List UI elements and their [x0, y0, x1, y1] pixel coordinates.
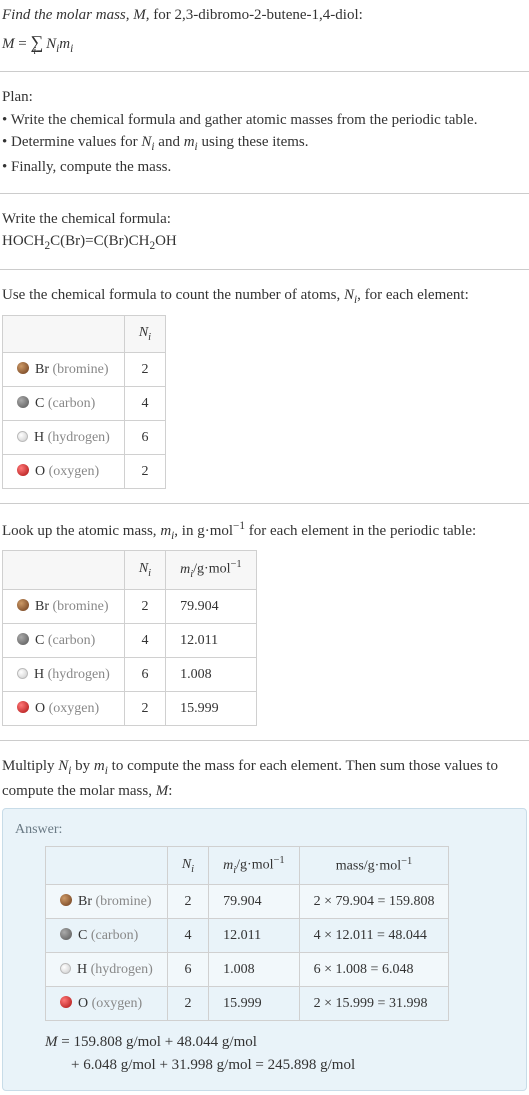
table-row: H (hydrogen) 6 1.008: [3, 657, 257, 691]
sum-index: i: [33, 44, 36, 59]
intro-section: Find the molar mass, M, for 2,3-dibromo-…: [0, 0, 529, 61]
col-n-header: Ni: [167, 847, 208, 885]
table-row: Br (bromine) 2 79.904: [3, 589, 257, 623]
plan-heading: Plan:: [2, 86, 527, 109]
hydrogen-icon: [17, 668, 28, 679]
oxygen-icon: [17, 464, 29, 476]
table-header-row: Ni mi/g·mol−1: [3, 551, 257, 589]
mass-lookup-section: Look up the atomic mass, mi, in g·mol−1 …: [0, 514, 529, 730]
sum-line-1: M = 159.808 g/mol + 48.044 g/mol: [45, 1031, 514, 1054]
oxygen-icon: [17, 701, 29, 713]
plan-section: Plan: • Write the chemical formula and g…: [0, 82, 529, 182]
count-table: Ni Br (bromine) 2 C (carbon) 4 H (hydrog…: [2, 315, 166, 489]
oxygen-icon: [60, 996, 72, 1008]
formula-section: Write the chemical formula: HOCH2C(Br)=C…: [0, 204, 529, 259]
table-row: Br (bromine) 2: [3, 352, 166, 386]
plan-bullet-3: • Finally, compute the mass.: [2, 156, 527, 179]
table-row: H (hydrogen) 6: [3, 420, 166, 454]
sum-line-2: + 6.048 g/mol + 31.998 g/mol = 245.898 g…: [71, 1054, 514, 1077]
table-row: C (carbon) 4 12.011 4 × 12.011 = 48.044: [46, 919, 449, 953]
col-n-header: Ni: [124, 316, 165, 353]
plan-bullet-1: • Write the chemical formula and gather …: [2, 109, 527, 132]
divider: [0, 193, 529, 194]
mass-heading: Look up the atomic mass, mi, in g·mol−1 …: [2, 518, 527, 545]
answer-label: Answer:: [15, 819, 514, 840]
table-row: C (carbon) 4: [3, 386, 166, 420]
col-n-header: Ni: [124, 551, 165, 589]
table-row: O (oxygen) 2 15.999: [3, 691, 257, 725]
carbon-icon: [17, 396, 29, 408]
answer-box: Answer: Ni mi/g·mol−1 mass/g·mol−1 Br (b…: [2, 808, 527, 1091]
divider: [0, 740, 529, 741]
carbon-icon: [60, 928, 72, 940]
hydrogen-icon: [60, 963, 71, 974]
divider: [0, 503, 529, 504]
carbon-icon: [17, 633, 29, 645]
molar-mass-equation: M = ∑iNimi: [2, 29, 527, 58]
bromine-icon: [17, 362, 29, 374]
table-row: Br (bromine) 2 79.904 2 × 79.904 = 159.8…: [46, 885, 449, 919]
col-m-header: mi/g·mol−1: [166, 551, 257, 589]
hydrogen-icon: [17, 431, 28, 442]
intro-line: Find the molar mass, M, for 2,3-dibromo-…: [2, 4, 527, 27]
table-header-row: Ni mi/g·mol−1 mass/g·mol−1: [46, 847, 449, 885]
multiply-section: Multiply Ni by mi to compute the mass fo…: [0, 751, 529, 1095]
divider: [0, 71, 529, 72]
plan-bullet-2: • Determine values for Ni and mi using t…: [2, 131, 527, 156]
chemical-formula: HOCH2C(Br)=C(Br)CH2OH: [2, 230, 527, 255]
table-row: O (oxygen) 2 15.999 2 × 15.999 = 31.998: [46, 987, 449, 1021]
col-mass-header: mass/g·mol−1: [299, 847, 449, 885]
count-heading: Use the chemical formula to count the nu…: [2, 284, 527, 309]
answer-table: Ni mi/g·mol−1 mass/g·mol−1 Br (bromine) …: [45, 846, 449, 1021]
formula-heading: Write the chemical formula:: [2, 208, 527, 231]
mass-table: Ni mi/g·mol−1 Br (bromine) 2 79.904 C (c…: [2, 550, 257, 725]
table-header-row: Ni: [3, 316, 166, 353]
table-row: H (hydrogen) 6 1.008 6 × 1.008 = 6.048: [46, 953, 449, 987]
count-section: Use the chemical formula to count the nu…: [0, 280, 529, 492]
table-row: O (oxygen) 2: [3, 454, 166, 488]
col-m-header: mi/g·mol−1: [209, 847, 300, 885]
bromine-icon: [17, 599, 29, 611]
table-row: C (carbon) 4 12.011: [3, 623, 257, 657]
divider: [0, 269, 529, 270]
multiply-text: Multiply Ni by mi to compute the mass fo…: [2, 755, 527, 802]
bromine-icon: [60, 894, 72, 906]
